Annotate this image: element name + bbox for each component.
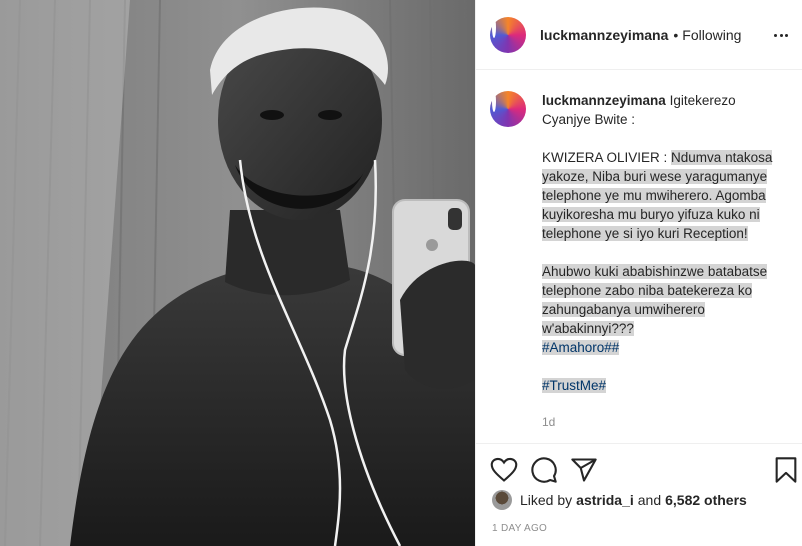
caption-paragraph-1: KWIZERA OLIVIER : Ndumva ntakosa yakoze,… [542, 148, 782, 243]
liker-avatar[interactable] [492, 490, 512, 510]
comment-icon[interactable] [530, 456, 558, 484]
heart-icon[interactable] [490, 456, 518, 484]
caption-username[interactable]: luckmannzeyimana [542, 93, 666, 108]
liked-by-user[interactable]: astrida_i [576, 492, 634, 508]
post-date[interactable]: 1 DAY AGO [492, 523, 547, 534]
caption-time-ago[interactable]: 1d [542, 413, 782, 432]
caption-quoted-name: KWIZERA OLIVIER : [542, 150, 668, 165]
author-username[interactable]: luckmannzeyimana [540, 27, 668, 43]
hashtag-trustme[interactable]: #TrustMe# [542, 378, 607, 393]
following-button[interactable]: Following [682, 27, 741, 43]
comments-section: luckmannzeyimana Igitekerezo Cyanjye Bwi… [476, 71, 802, 443]
post-actions: Liked by astrida_i and 6,582 others 1 DA… [476, 443, 802, 546]
caption-paragraph-2: Ahubwo kuki ababishinzwe batabatse telep… [542, 262, 782, 338]
post-photo[interactable] [0, 0, 475, 546]
others-count[interactable]: 6,582 others [665, 492, 747, 508]
share-icon[interactable] [570, 456, 598, 484]
post-header: luckmannzeyimana • Following [476, 0, 802, 70]
post-side-panel: luckmannzeyimana • Following luckmannzey… [475, 0, 802, 546]
action-icons [490, 456, 797, 484]
liked-by-label: Liked by [520, 492, 573, 508]
separator-dot: • [673, 26, 679, 43]
author-avatar[interactable] [490, 16, 526, 53]
more-options-icon[interactable] [771, 25, 791, 45]
selfie-image [0, 0, 475, 546]
bookmark-icon[interactable] [772, 456, 800, 484]
caption-comment: luckmannzeyimana Igitekerezo Cyanjye Bwi… [490, 91, 789, 432]
liked-by-and: and [637, 492, 662, 508]
caption-text: luckmannzeyimana Igitekerezo Cyanjye Bwi… [542, 91, 782, 432]
likes-summary: Liked by astrida_i and 6,582 others [492, 490, 751, 510]
caption-highlight-2: Ahubwo kuki ababishinzwe batabatse telep… [542, 264, 768, 336]
caption-avatar[interactable] [490, 91, 526, 127]
hashtag-amahoro[interactable]: #Amahoro## [542, 340, 620, 355]
